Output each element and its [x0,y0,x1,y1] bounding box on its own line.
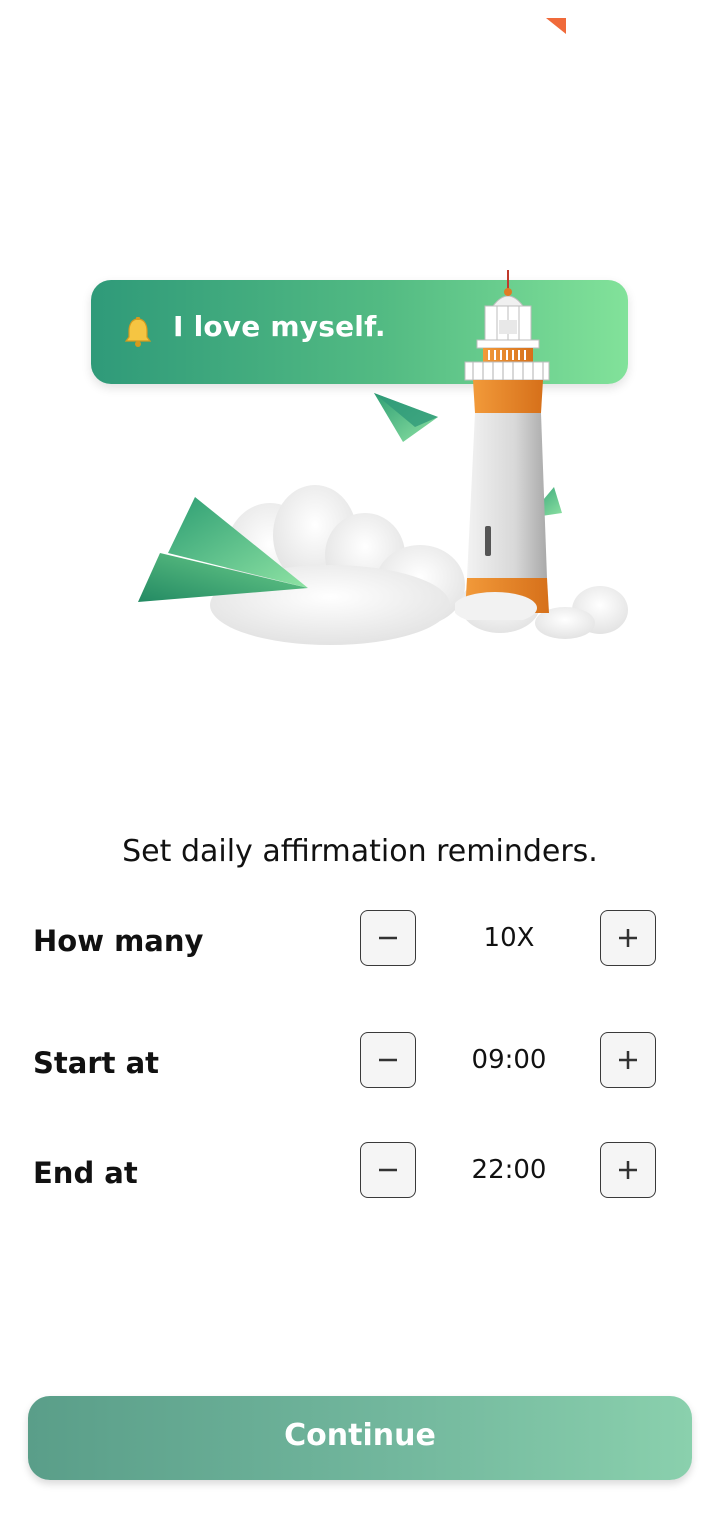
paper-plane-small [374,393,438,442]
increase-button[interactable] [600,1032,656,1088]
plus-icon [619,929,637,947]
setting-row-end-at: End at 22:00 [0,1142,720,1202]
lighthouse-illustration [455,270,550,620]
setting-label: End at [33,1156,138,1190]
page-headline: Set daily affirmation reminders. [122,834,598,869]
decrease-button[interactable] [360,1032,416,1088]
setting-label: How many [33,924,204,958]
minus-icon [379,936,397,940]
corner-mark-icon [546,18,566,34]
increase-button[interactable] [600,1142,656,1198]
plus-icon [619,1051,637,1069]
setting-value: 10X [483,923,535,953]
setting-value: 22:00 [471,1155,547,1185]
minus-icon [379,1168,397,1172]
setting-label: Start at [33,1046,160,1080]
continue-button[interactable]: Continue [28,1396,692,1480]
decrease-button[interactable] [360,1142,416,1198]
minus-icon [379,1058,397,1062]
affirmation-text: I love myself. [173,310,386,343]
increase-button[interactable] [600,910,656,966]
bell-icon [124,317,152,347]
plus-icon [619,1161,637,1179]
continue-button-label: Continue [284,1418,436,1453]
decrease-button[interactable] [360,910,416,966]
setting-value: 09:00 [471,1045,547,1075]
setting-row-how-many: How many 10X [0,910,720,970]
setting-row-start-at: Start at 09:00 [0,1032,720,1092]
